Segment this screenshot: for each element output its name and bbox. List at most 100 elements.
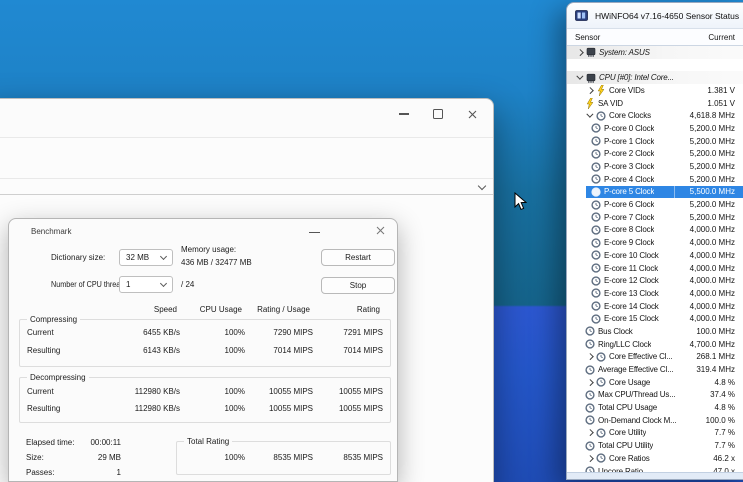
sensor-row[interactable]: P-core 4 Clock 5,200.0 MHz [567,173,743,186]
sensor-value: 5,200.0 MHz [689,149,735,159]
clock-icon [591,250,601,261]
hwinfo-sensor-window: HWiNFO64 v7.16-4650 Sensor Status Sensor… [566,2,743,480]
sensor-value: 5,200.0 MHz [689,123,735,133]
maximize-button[interactable] [423,99,453,129]
sensor-row[interactable]: E-core 12 Clock 4,000.0 MHz [567,274,743,287]
sensor-label: P-core 1 Clock [604,136,655,146]
sensor-row[interactable]: E-core 15 Clock 4,000.0 MHz [567,312,743,325]
sensor-value: 5,500.0 MHz [689,187,735,197]
sensor-row[interactable]: Core Clocks 4,618.8 MHz [567,109,743,122]
minimize-button[interactable] [389,99,419,129]
sensor-row[interactable]: Core Effective Cl... 268.1 MHz [567,351,743,364]
clock-icon [591,148,601,159]
expander-expand-icon[interactable] [585,352,595,362]
restart-button[interactable]: Restart [321,249,395,266]
sensor-row[interactable]: Ring/LLC Clock 4,700.0 MHz [567,338,743,351]
expander-collapse-icon[interactable] [575,73,585,83]
sensor-row[interactable]: Total CPU Utility 7.7 % [567,439,743,452]
col-header-rating: Rating [356,305,380,314]
sensor-row[interactable]: Core Usage 4.8 % [567,376,743,389]
sensor-label: P-core 6 Clock [604,200,655,210]
clock-icon [585,440,595,451]
sensor-row[interactable]: P-core 1 Clock 5,200.0 MHz [567,135,743,148]
sensor-row[interactable]: E-core 8 Clock 4,000.0 MHz [567,224,743,237]
total-rating-value: 8535 MIPS [343,453,383,462]
sensor-row[interactable]: Total CPU Usage 4.8 % [567,401,743,414]
sensor-label: Uncore Ratio [598,466,643,472]
sensor-value: 7.7 % [714,428,735,438]
compressing-group: Compressing Current 6455 KB/s 100% 7290 … [19,315,391,367]
sensor-row[interactable]: Core Ratios 46.2 x [567,452,743,465]
sensor-row[interactable]: P-core 5 Clock 5,500.0 MHz [567,185,743,199]
sensor-label: Average Effective Cl... [598,365,674,375]
clock-icon [591,263,601,274]
clock-icon [596,377,606,388]
clock-icon [591,288,601,299]
sensor-value: 47.0 x [713,466,735,472]
sensor-row[interactable]: E-core 9 Clock 4,000.0 MHz [567,236,743,249]
cpu-threads-total: / 24 [181,280,195,289]
sensor-row[interactable]: Bus Clock 100.0 MHz [567,325,743,338]
sensor-row[interactable]: On-Demand Clock M... 100.0 % [567,414,743,427]
sensor-row[interactable]: P-core 7 Clock 5,200.0 MHz [567,211,743,224]
close-icon[interactable] [376,226,385,235]
bolt-icon [596,84,606,96]
sensor-label: P-core 3 Clock [604,162,655,172]
passes-label: Passes: [26,468,55,477]
chevron-down-icon[interactable] [477,181,487,191]
file-manager-toolbar [0,138,493,179]
sensor-row[interactable]: P-core 3 Clock 5,200.0 MHz [567,160,743,173]
sensor-list[interactable]: System: ASUS CPU [#0]: Intel Core... Core … [567,46,743,472]
sensor-label: Core Effective Cl... [609,352,673,362]
sensor-value: 5,200.0 MHz [689,212,735,222]
sensor-value: 5,200.0 MHz [689,136,735,146]
desktop: Benchmark Dictionary size: 32 MB Memory … [0,0,743,482]
file-manager-titlebar[interactable] [0,99,493,138]
expander-expand-icon[interactable] [585,428,595,438]
sensor-label: On-Demand Clock M... [598,415,677,425]
address-bar[interactable] [0,179,493,195]
expander-expand-icon[interactable] [585,85,595,95]
clock-icon [585,402,595,413]
sensor-value: 4,000.0 MHz [689,276,735,286]
window-title: HWiNFO64 v7.16-4650 Sensor Status [595,10,740,21]
hwinfo-titlebar[interactable]: HWiNFO64 v7.16-4650 Sensor Status [567,3,743,29]
sensor-row[interactable]: E-core 14 Clock 4,000.0 MHz [567,300,743,313]
stop-button[interactable]: Stop [321,277,395,294]
sensor-row[interactable]: SA VID 1.051 V [567,97,743,110]
clock-icon [596,427,606,438]
sensor-row[interactable]: E-core 11 Clock 4,000.0 MHz [567,262,743,275]
sensor-label: P-core 7 Clock [604,212,655,222]
sensor-row[interactable]: E-core 13 Clock 4,000.0 MHz [567,287,743,300]
sensor-row[interactable]: P-core 2 Clock 5,200.0 MHz [567,148,743,161]
expander-collapse-icon[interactable] [585,111,595,121]
sensor-column-header[interactable]: Sensor [575,33,600,42]
sensor-row[interactable]: Core Utility 7.7 % [567,427,743,440]
clock-icon [585,415,595,426]
sensor-label: E-core 15 Clock [604,314,659,324]
expander-expand-icon[interactable] [585,377,595,387]
chip-icon [586,47,596,58]
col-header-speed: Speed [153,305,177,314]
sensor-value: 5,200.0 MHz [689,162,735,172]
expander-expand-icon[interactable] [575,47,585,57]
sensor-row[interactable]: P-core 0 Clock 5,200.0 MHz [567,122,743,135]
current-column-header[interactable]: Current [708,33,735,42]
dictionary-size-select[interactable]: 32 MB [119,249,173,266]
sensor-label: Core Usage [609,377,651,387]
clock-icon [591,212,601,223]
close-button[interactable] [457,99,487,129]
sensor-group-row[interactable]: CPU [#0]: Intel Core... [567,71,743,85]
sensor-row[interactable]: P-core 6 Clock 5,200.0 MHz [567,198,743,211]
minimize-icon[interactable] [309,232,320,234]
column-headers[interactable]: Sensor Current [567,29,743,46]
sensor-row[interactable]: Max CPU/Thread Us... 37.4 % [567,389,743,402]
sensor-row[interactable]: Uncore Ratio 47.0 x [567,465,743,472]
sensor-group-row[interactable]: System: ASUS [567,46,743,59]
expander-expand-icon[interactable] [585,453,595,463]
sensor-row[interactable]: Average Effective Cl... 319.4 MHz [567,363,743,376]
sensor-row[interactable]: Core VIDs 1.381 V [567,84,743,97]
cpu-threads-label: Number of CPU threads: [51,280,130,289]
sensor-row[interactable]: E-core 10 Clock 4,000.0 MHz [567,249,743,262]
cpu-threads-select[interactable]: 1 [119,276,173,293]
